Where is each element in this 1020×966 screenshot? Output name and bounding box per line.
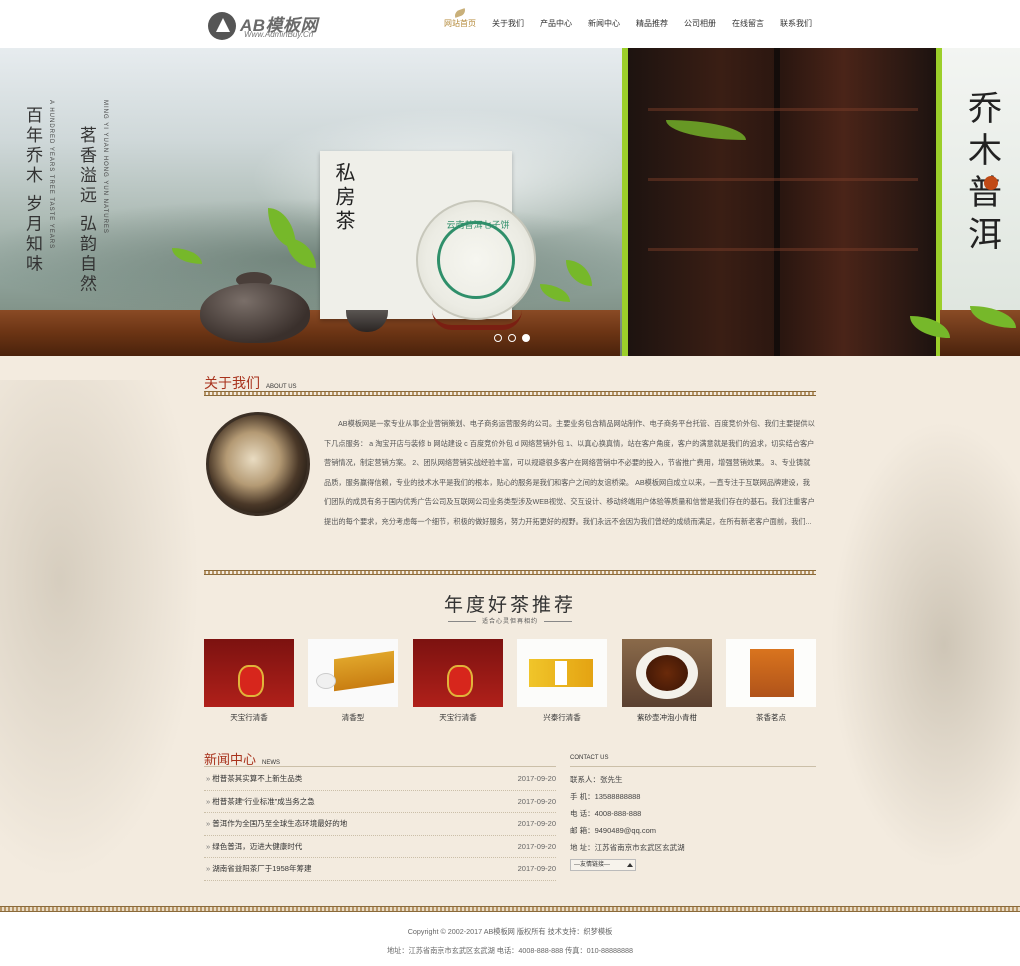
- news-title: 普洱作为全国乃至全球生态环境最好的地: [206, 818, 347, 829]
- news-item[interactable]: 普洱作为全国乃至全球生态环境最好的地 2017-09-20: [204, 813, 556, 836]
- product-item[interactable]: 清香型: [308, 639, 398, 727]
- product-name: 紫砂壶冲泡小青柑: [637, 713, 697, 722]
- tea-cake-ring: [437, 221, 515, 299]
- contact-list: 联系人：张先生 手 机：13588888888 电 话：4008-888-888…: [570, 774, 816, 859]
- about-text: AB模板网是一家专业从事企业营销策划、电子商务运营服务的公司。主要业务包含精品网…: [324, 419, 815, 526]
- contact-mobile: 手 机：13588888888: [570, 792, 641, 801]
- news-title: 湖南省益阳茶厂于1958年筹建: [206, 863, 311, 874]
- news-item[interactable]: 湖南省益阳茶厂于1958年筹建 2017-09-20: [204, 858, 556, 881]
- nav-about[interactable]: 关于我们: [484, 0, 532, 48]
- nav-home[interactable]: 网站首页: [436, 0, 484, 48]
- product-item[interactable]: 天宝行清香: [204, 639, 294, 727]
- contact-person: 联系人：张先生: [570, 775, 623, 784]
- contact-heading: CONTACT US: [570, 755, 609, 761]
- nav-featured[interactable]: 精品推荐: [628, 0, 676, 48]
- news-item[interactable]: 柑普茶其实算不上新生品类 2017-09-20: [204, 768, 556, 791]
- product-image: [413, 639, 503, 707]
- divider: [570, 766, 816, 767]
- news-title: 柑普茶其实算不上新生品类: [206, 773, 302, 784]
- product-item[interactable]: 兴泰行清香: [517, 639, 607, 727]
- contact-email: 邮 箱：9490489@qq.com: [570, 826, 656, 835]
- tea-cake-label: 云南普洱七子饼: [446, 220, 510, 230]
- product-item[interactable]: 茶香茗点: [726, 639, 816, 727]
- nav-message[interactable]: 在线留言: [724, 0, 772, 48]
- about-heading: 关于我们 ABOUT US: [204, 375, 297, 391]
- nav-news[interactable]: 新闻中心: [580, 0, 628, 48]
- banner-vertical-text-1: 百年乔木 岁月知味: [22, 106, 42, 275]
- news-date: 2017-09-20: [517, 774, 556, 784]
- divider: [204, 391, 816, 396]
- slider-dot[interactable]: [508, 334, 516, 342]
- slider-dot-active[interactable]: [522, 334, 530, 342]
- product-image: [726, 639, 816, 707]
- banner-right-title: 乔木普洱: [968, 89, 1002, 255]
- slider-dots: [494, 334, 530, 342]
- contact-phone: 电 话：4008-888-888: [570, 809, 642, 818]
- door-line: [648, 248, 918, 251]
- slider-dot[interactable]: [494, 334, 502, 342]
- door-line: [648, 178, 918, 181]
- nav-contact[interactable]: 联系我们: [772, 0, 820, 48]
- banner-vertical-en-1: A HUNDRED YEARS TREE TASTE YEARS: [48, 100, 54, 250]
- product-list: 天宝行清香 清香型 天宝行清香 兴泰行清香 紫砂壶冲泡小青柑 茶香茗点: [204, 639, 816, 729]
- main-nav: 网站首页 关于我们 产品中心 新闻中心 精品推荐 公司相册 在线留言 联系我们: [436, 0, 820, 48]
- footer-address: 地址：江苏省南京市玄武区玄武湖 电话：4008-888-888 传真：010-8…: [386, 946, 634, 955]
- hero-banner[interactable]: 乔木普洱 百年乔木 岁月知味 A HUNDRED YEARS TREE TAST…: [0, 48, 1020, 356]
- friend-links-select[interactable]: ---友情链接---: [570, 859, 636, 871]
- product-name: 兴泰行清香: [543, 713, 581, 722]
- caret-up-icon: [627, 863, 633, 867]
- door-line: [648, 108, 918, 111]
- logo-subtitle: Www.AdminBuy.Cn: [244, 30, 314, 39]
- divider: [204, 570, 816, 575]
- product-image: [204, 639, 294, 707]
- news-date: 2017-09-20: [517, 796, 556, 806]
- tea-section-title: 年度好茶推荐: [443, 594, 576, 616]
- product-item[interactable]: 紫砂壶冲泡小青柑: [622, 639, 712, 727]
- about-heading-en: ABOUT US: [266, 384, 297, 390]
- tea-cake-stand: [432, 310, 522, 330]
- about-image: [206, 412, 310, 516]
- copyright-text: Copyright © 2002-2017 AB模板网 版权所有 技术支持：织梦…: [407, 927, 613, 936]
- tea-section-subtitle: 适合心灵但再相约: [0, 616, 1020, 625]
- tea-card-title: 私房茶: [332, 162, 356, 234]
- seal-icon: [984, 176, 998, 190]
- footer: Copyright © 2002-2017 AB模板网 版权所有 技术支持：织梦…: [0, 912, 1020, 966]
- news-date: 2017-09-20: [517, 819, 556, 829]
- news-date: 2017-09-20: [517, 864, 556, 874]
- product-name: 茶香茗点: [756, 713, 786, 722]
- product-image: [308, 639, 398, 707]
- banner-vertical-en-2: MING YI YUAN HONG YUN NATURES: [102, 100, 108, 234]
- teapot-image: [200, 283, 310, 343]
- nav-gallery[interactable]: 公司相册: [676, 0, 724, 48]
- banner-vertical-text-2: 茗香溢远 弘韵自然: [76, 126, 96, 295]
- friend-links-label: ---友情链接---: [574, 862, 610, 868]
- product-item[interactable]: 天宝行清香: [413, 639, 503, 727]
- paper-decoration-right: [830, 420, 1020, 870]
- paper-decoration-left: [0, 380, 200, 880]
- news-list: 柑普茶其实算不上新生品类 2017-09-20 柑普茶建“行业标准”成当务之急 20…: [204, 768, 556, 881]
- product-name: 天宝行清香: [439, 713, 477, 722]
- news-item[interactable]: 绿色普洱，迈进大健康时代 2017-09-20: [204, 836, 556, 858]
- divider: [204, 766, 556, 767]
- header: AB模板网 Www.AdminBuy.Cn 网站首页 关于我们 产品中心 新闻中…: [0, 0, 1020, 48]
- nav-products[interactable]: 产品中心: [532, 0, 580, 48]
- product-name: 清香型: [341, 713, 365, 722]
- news-item[interactable]: 柑普茶建“行业标准”成当务之急 2017-09-20: [204, 791, 556, 813]
- product-image: [517, 639, 607, 707]
- banner-door: [622, 48, 942, 356]
- news-title: 柑普茶建“行业标准”成当务之急: [206, 796, 315, 807]
- logo[interactable]: AB模板网 Www.AdminBuy.Cn: [208, 10, 338, 42]
- news-date: 2017-09-20: [517, 841, 556, 851]
- news-title: 绿色普洱，迈进大健康时代: [206, 841, 302, 852]
- product-image: [622, 639, 712, 707]
- product-name: 天宝行清香: [230, 713, 268, 722]
- contact-address: 地 址：江苏省南京市玄武区玄武湖: [570, 843, 685, 852]
- leaf-icon: [453, 8, 467, 18]
- logo-icon: [208, 12, 236, 40]
